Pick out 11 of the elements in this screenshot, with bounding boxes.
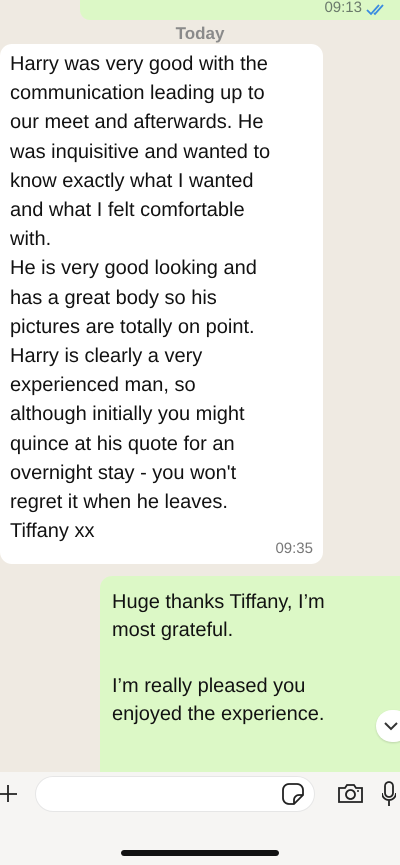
chevron-down-icon	[384, 722, 398, 730]
add-button[interactable]	[0, 784, 18, 802]
camera-button[interactable]	[337, 783, 364, 804]
message-time: 09:35	[275, 540, 313, 558]
date-label: Today	[174, 24, 226, 44]
message-text: Huge thanks Tiffany, I’m most grateful. I’m really pleased you enjoyed the experience.	[112, 590, 325, 728]
sticker-icon[interactable]	[282, 782, 304, 804]
microphone-button[interactable]	[382, 780, 396, 806]
message-time: 09:13	[324, 0, 362, 16]
message-text: Harry was very good with the communication leading up to our meet and afterwards. He was inquisitive and wanted to know exactly what I wanted and what I felt comfortable with. He is very good looking and has a great body so his pictures are totally on point. Harry is clearly a very experienced man, so although initially you might quince at his quote for an overnight stay - you won't regret it when he leaves. Tiffany xx	[10, 52, 272, 544]
message-input[interactable]	[35, 776, 315, 812]
